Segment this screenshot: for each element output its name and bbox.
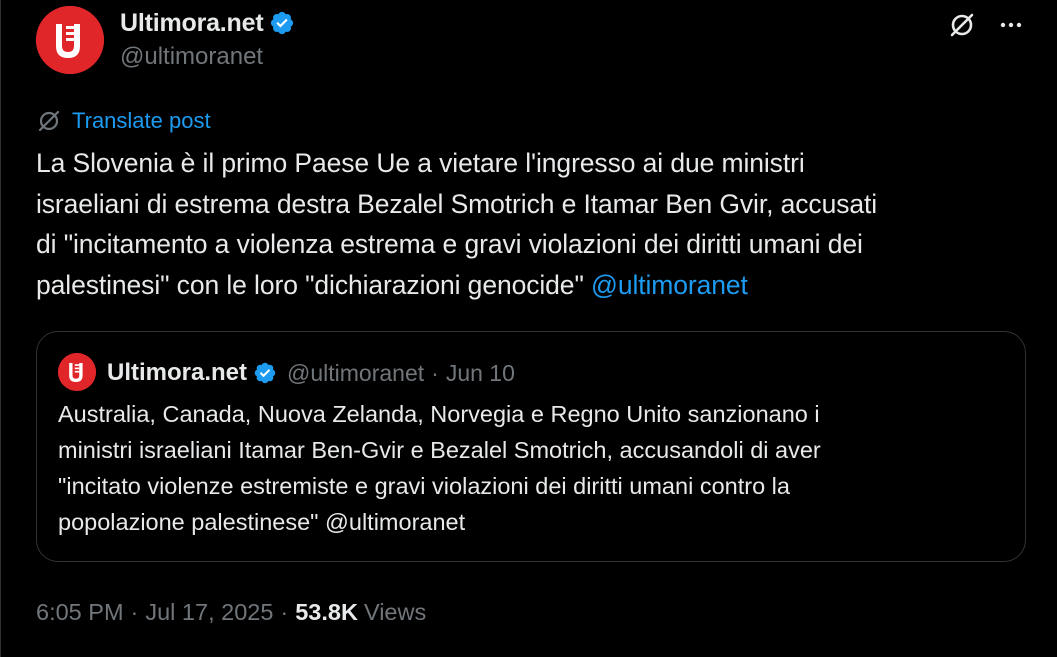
quoted-author-name[interactable]: Ultimora.net xyxy=(107,359,247,387)
quoted-text-line: ministri israeliani Itamar Ben-Gvir e Be… xyxy=(58,437,821,463)
translate-post-link[interactable]: Translate post xyxy=(36,106,211,136)
translate-post-label[interactable]: Translate post xyxy=(72,108,211,134)
quoted-author-avatar[interactable] xyxy=(58,353,96,391)
views-count[interactable]: 53.8K xyxy=(295,599,358,626)
post-text-line: di "incitamento a violenza estrema e gra… xyxy=(36,229,863,259)
author-display-name[interactable]: Ultimora.net xyxy=(120,9,264,38)
post-date[interactable]: Jul 17, 2025 xyxy=(145,599,273,626)
quoted-text-line: "incitato violenze estremiste e gravi vi… xyxy=(58,473,790,499)
quoted-post-card[interactable]: Ultimora.net @ultimoranet · Jun 10 Austr… xyxy=(36,331,1026,562)
post-text-line: israeliani di estrema destra Bezalel Smo… xyxy=(36,188,878,219)
post-text: La Slovenia è il primo Paese Ue a vietar… xyxy=(36,143,1036,305)
grok-button[interactable] xyxy=(945,8,979,42)
author-avatar[interactable] xyxy=(36,6,104,74)
meta-separator: · xyxy=(130,598,139,625)
author-name-row[interactable]: Ultimora.net xyxy=(120,6,295,40)
translate-icon xyxy=(38,110,60,132)
quoted-text-line: Australia, Canada, Nuova Zelanda, Norveg… xyxy=(58,401,820,427)
post-container: Ultimora.net @ultimoranet Translate post… xyxy=(0,0,1057,657)
more-options-button[interactable] xyxy=(994,8,1028,42)
post-mention-link[interactable]: @ultimoranet xyxy=(591,270,748,300)
post-text-line: La Slovenia è il primo Paese Ue a vietar… xyxy=(36,148,805,178)
quoted-post-date[interactable]: Jun 10 xyxy=(446,360,515,387)
post-time[interactable]: 6:05 PM xyxy=(36,599,124,626)
verified-badge-icon xyxy=(254,362,276,384)
verified-badge-icon[interactable] xyxy=(269,10,295,36)
post-text-line-last: palestinesi" con le loro "dichiarazioni … xyxy=(36,265,1036,306)
quoted-author-handle: @ultimoranet xyxy=(287,359,425,386)
quoted-post-text: Australia, Canada, Nuova Zelanda, Norveg… xyxy=(58,396,1008,540)
author-handle[interactable]: @ultimoranet xyxy=(120,43,263,71)
quoted-text-line: popolazione palestinese" @ultimoranet xyxy=(58,509,466,535)
views-label[interactable]: Views xyxy=(364,599,426,626)
grok-icon xyxy=(950,13,974,37)
meta-separator: · xyxy=(280,598,289,625)
quoted-post-header: Ultimora.net @ultimoranet · Jun 10 xyxy=(107,356,515,390)
post-text-line: palestinesi" con le loro "dichiarazioni … xyxy=(36,269,592,300)
post-meta: 6:05 PM · Jul 17, 2025 · 53.8K Views xyxy=(36,595,426,629)
ultimora-logo-icon xyxy=(58,353,96,391)
quoted-separator: · xyxy=(431,359,439,386)
ultimora-logo-icon xyxy=(36,6,104,74)
more-icon xyxy=(1000,22,1022,28)
